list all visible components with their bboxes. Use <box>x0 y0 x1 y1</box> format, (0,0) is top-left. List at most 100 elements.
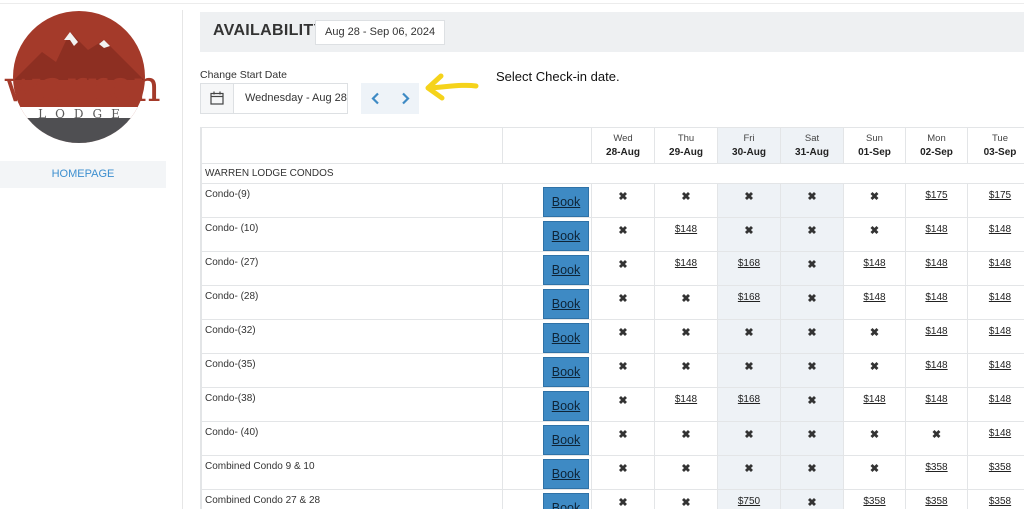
rate-cell: $148 <box>654 217 718 252</box>
rate-cell: $168 <box>717 387 781 422</box>
unavailable-icon: ✖ <box>618 429 628 441</box>
rate-link[interactable]: $148 <box>989 224 1011 235</box>
rate-cell: $148 <box>905 387 968 422</box>
rate-cell: $148 <box>654 251 718 286</box>
main-content: AVAILABILITY Aug 28 - Sep 06, 2024 Chang… <box>200 0 1024 509</box>
date-range-badge: Aug 28 - Sep 06, 2024 <box>315 20 446 45</box>
rate-cell: $148 <box>905 251 968 286</box>
unavailable-icon: ✖ <box>807 191 817 203</box>
rate-link[interactable]: $148 <box>675 258 697 269</box>
unit-name: Condo-(9) <box>201 183 503 218</box>
unit-name: Condo- (27) <box>201 251 503 286</box>
day-date: 29-Aug <box>669 146 703 158</box>
rate-link[interactable]: $148 <box>989 360 1011 371</box>
rate-cell: ✖ <box>780 319 844 354</box>
book-button[interactable]: Book <box>543 424 589 455</box>
rate-link[interactable]: $148 <box>925 394 947 405</box>
day-of-week: Sun <box>866 132 883 144</box>
next-week-button[interactable] <box>390 83 419 114</box>
unit-name: Combined Condo 9 & 10 <box>201 455 503 490</box>
book-cell: Book <box>502 455 592 490</box>
logo-subtitle: LODGE <box>38 107 129 121</box>
rate-cell: ✖ <box>905 421 968 456</box>
book-column-header <box>502 127 592 164</box>
rate-cell: $358 <box>967 489 1024 509</box>
day-date: 03-Sep <box>983 146 1017 158</box>
book-button[interactable]: Book <box>543 288 589 319</box>
rate-link[interactable]: $175 <box>925 190 947 201</box>
rate-cell: ✖ <box>843 183 906 218</box>
book-button[interactable]: Book <box>543 458 589 489</box>
rate-link[interactable]: $148 <box>989 394 1011 405</box>
rate-link[interactable]: $148 <box>675 224 697 235</box>
rate-cell: ✖ <box>591 353 655 388</box>
table-header-row: Wed 28-Aug Thu 29-Aug Fri 30-Aug Sat 31-Aug Sun 0… <box>201 127 1024 164</box>
unavailable-icon: ✖ <box>681 327 691 339</box>
rate-link[interactable]: $358 <box>989 496 1011 507</box>
day-column-header: Tue 03-Sep <box>967 127 1024 164</box>
day-column-header: Thu 29-Aug <box>654 127 718 164</box>
book-cell: Book <box>502 489 592 509</box>
rate-link[interactable]: $358 <box>925 496 947 507</box>
book-button[interactable]: Book <box>543 492 589 509</box>
sidebar: warren LODGE HOMEPAGE <box>0 0 182 509</box>
book-button[interactable]: Book <box>543 220 589 251</box>
start-date-picker[interactable]: Wednesday - Aug 28 <box>200 83 348 114</box>
book-button[interactable]: Book <box>543 254 589 285</box>
rate-link[interactable]: $168 <box>738 292 760 303</box>
rate-link[interactable]: $148 <box>925 326 947 337</box>
book-button[interactable]: Book <box>543 390 589 421</box>
day-column-header: Wed 28-Aug <box>591 127 655 164</box>
rate-link[interactable]: $750 <box>738 496 760 507</box>
sidebar-divider <box>182 10 183 509</box>
rate-link[interactable]: $148 <box>989 326 1011 337</box>
day-column-header: Fri 30-Aug <box>717 127 781 164</box>
book-button[interactable]: Book <box>543 322 589 353</box>
rate-link[interactable]: $168 <box>738 258 760 269</box>
rate-link[interactable]: $148 <box>925 224 947 235</box>
annotation-arrow-icon <box>425 73 479 101</box>
rate-link[interactable]: $148 <box>989 428 1011 439</box>
rate-cell: $168 <box>717 251 781 286</box>
table-row: Condo-(35) Book ✖ ✖ ✖ ✖ ✖ $148 $148 <box>201 353 1024 388</box>
rate-link[interactable]: $148 <box>675 394 697 405</box>
rate-cell: $358 <box>967 455 1024 490</box>
calendar-button[interactable] <box>201 84 234 113</box>
rate-cell: $148 <box>967 217 1024 252</box>
rate-link[interactable]: $168 <box>738 394 760 405</box>
day-date: 02-Sep <box>920 146 953 158</box>
warren-lodge-logo[interactable]: warren LODGE <box>4 10 161 146</box>
table-row: Condo- (40) Book ✖ ✖ ✖ ✖ ✖ ✖ $148 <box>201 421 1024 456</box>
rate-cell: ✖ <box>780 455 844 490</box>
rate-link[interactable]: $148 <box>989 258 1011 269</box>
rate-link[interactable]: $148 <box>989 292 1011 303</box>
unavailable-icon: ✖ <box>618 259 628 271</box>
sidebar-item-homepage[interactable]: HOMEPAGE <box>0 161 166 188</box>
rate-link[interactable]: $358 <box>925 462 947 473</box>
rate-link[interactable]: $148 <box>863 258 885 269</box>
unavailable-icon: ✖ <box>681 429 691 441</box>
rate-cell: ✖ <box>591 455 655 490</box>
rate-link[interactable]: $148 <box>925 258 947 269</box>
rate-link[interactable]: $175 <box>989 190 1011 201</box>
rate-link[interactable]: $358 <box>863 496 885 507</box>
table-row: Condo-(38) Book ✖ $148 $168 ✖ $148 $148 $148 <box>201 387 1024 422</box>
rate-cell: ✖ <box>654 353 718 388</box>
unavailable-icon: ✖ <box>681 463 691 475</box>
rate-link[interactable]: $148 <box>925 292 947 303</box>
rate-cell: ✖ <box>591 285 655 320</box>
start-date-value: Wednesday - Aug 28 <box>245 92 347 104</box>
unavailable-icon: ✖ <box>618 497 628 509</box>
previous-week-button[interactable] <box>361 83 390 114</box>
unavailable-icon: ✖ <box>618 361 628 373</box>
unavailable-icon: ✖ <box>618 225 628 237</box>
rate-link[interactable]: $148 <box>925 360 947 371</box>
rate-cell: $358 <box>905 455 968 490</box>
unit-name: Condo- (10) <box>201 217 503 252</box>
rate-cell: $148 <box>967 421 1024 456</box>
book-button[interactable]: Book <box>543 356 589 387</box>
rate-link[interactable]: $148 <box>863 394 885 405</box>
rate-link[interactable]: $148 <box>863 292 885 303</box>
book-button[interactable]: Book <box>543 186 589 217</box>
rate-link[interactable]: $358 <box>989 462 1011 473</box>
